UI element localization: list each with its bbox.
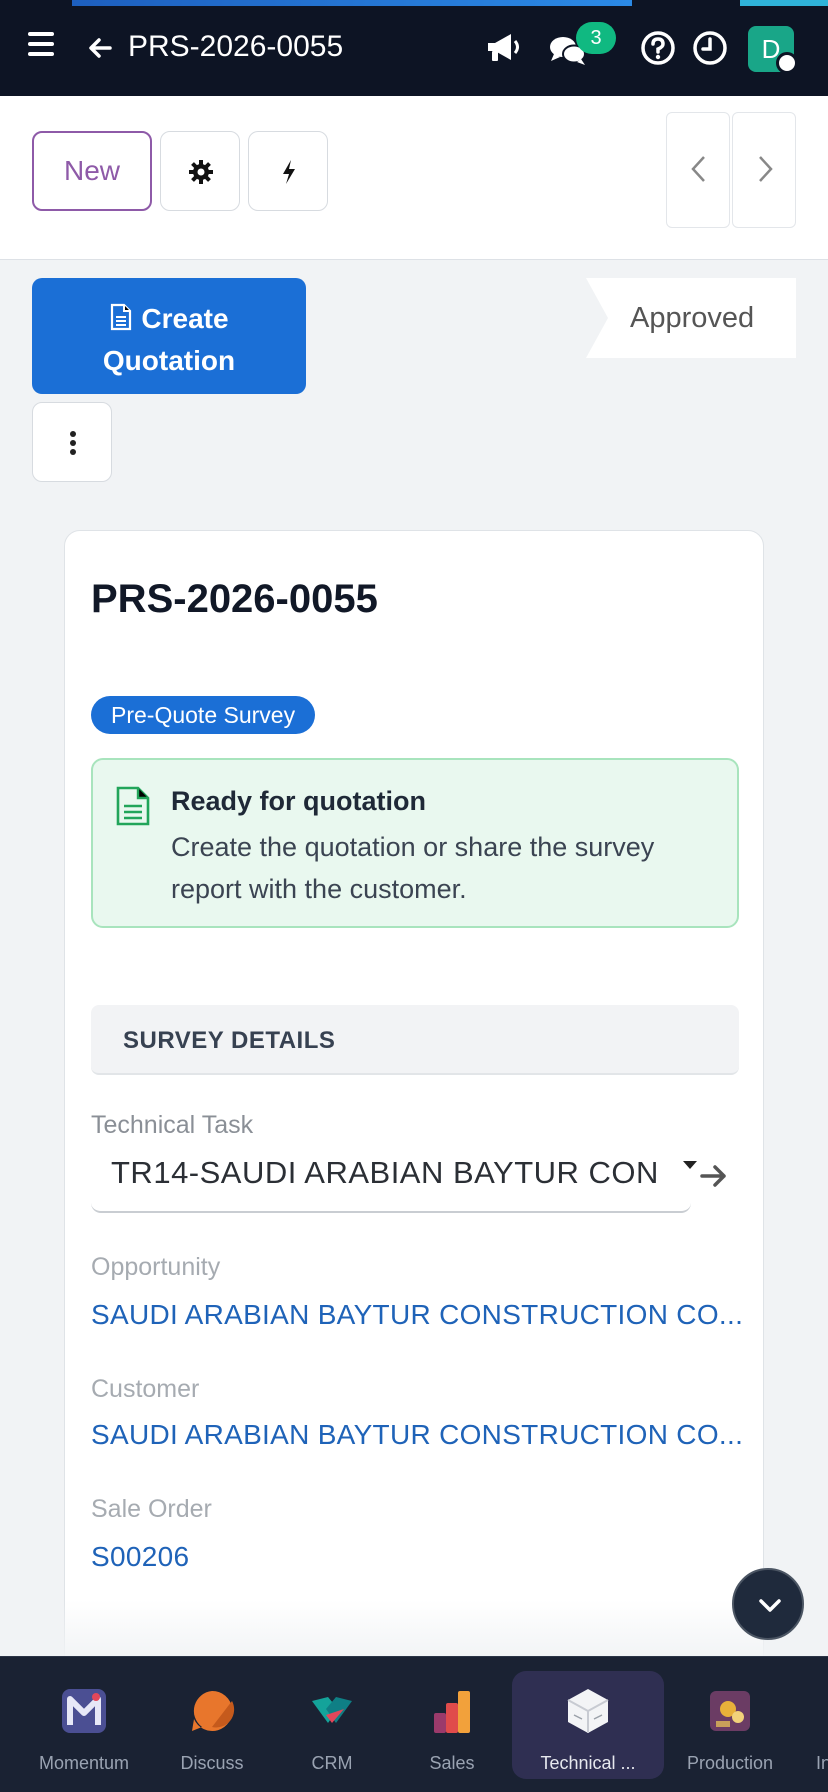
scroll-down-button[interactable] — [732, 1568, 804, 1640]
ready-for-quotation-alert: Ready for quotation Create the quotation… — [91, 758, 739, 928]
technical-app-icon — [567, 1689, 609, 1733]
app-technical[interactable]: Technical ... — [512, 1671, 664, 1779]
lightning-bolt-icon — [283, 160, 295, 184]
loading-progress-bar-segment — [740, 0, 828, 6]
scroll-fade-overlay — [0, 1600, 828, 1656]
dropdown-caret-icon[interactable] — [683, 1161, 697, 1169]
technical-task-field[interactable]: TR14-SAUDI ARABIAN BAYTUR CON — [91, 1143, 697, 1213]
chevron-down-icon — [759, 1599, 781, 1612]
control-panel: New — [0, 96, 828, 260]
gear-icon — [189, 160, 213, 184]
app-label: In — [816, 1753, 828, 1773]
app-switcher-bar: Momentum Discuss CRM Sales Technical ...… — [0, 1656, 828, 1792]
momentum-app-icon — [62, 1689, 106, 1733]
app-inventory[interactable]: In — [778, 1657, 828, 1792]
more-actions-button[interactable] — [32, 402, 112, 482]
document-icon — [116, 786, 150, 826]
alert-title: Ready for quotation — [171, 786, 426, 816]
presence-status-dot — [776, 52, 798, 74]
sales-app-icon — [434, 1691, 470, 1733]
kebab-dot — [70, 431, 76, 437]
production-app-icon — [710, 1691, 750, 1731]
survey-details-section-header[interactable]: SURVEY DETAILS — [91, 1005, 739, 1075]
app-discuss[interactable]: Discuss — [142, 1657, 282, 1792]
clock-activity-icon[interactable] — [690, 28, 730, 68]
create-quotation-button[interactable]: Create Quotation — [32, 278, 306, 394]
chevron-left-icon — [691, 156, 705, 182]
document-icon — [111, 303, 132, 331]
hamburger-menu-icon[interactable] — [28, 32, 60, 60]
pager-previous-button[interactable] — [666, 112, 730, 228]
app-label: Momentum — [38, 1753, 130, 1773]
loading-progress-bar — [72, 0, 632, 6]
app-crm[interactable]: CRM — [262, 1657, 402, 1792]
actions-gear-button[interactable] — [160, 131, 240, 211]
discuss-app-icon — [192, 1690, 235, 1731]
crm-app-icon — [312, 1697, 352, 1723]
technical-task-value: TR14-SAUDI ARABIAN BAYTUR CON — [111, 1155, 659, 1190]
sale-order-link[interactable]: S00206 — [91, 1541, 189, 1573]
record-title: PRS-2026-0055 — [91, 577, 378, 621]
create-quotation-label-line1: Create — [141, 303, 229, 334]
app-momentum[interactable]: Momentum — [14, 1657, 154, 1792]
customer-label: Customer — [91, 1375, 200, 1403]
app-label: CRM — [311, 1753, 353, 1773]
app-label: Technical ... — [540, 1753, 636, 1773]
sale-order-label: Sale Order — [91, 1495, 212, 1523]
app-sales[interactable]: Sales — [382, 1657, 522, 1792]
help-icon[interactable] — [638, 28, 678, 68]
opportunity-label: Opportunity — [91, 1253, 221, 1281]
kebab-dot — [70, 440, 76, 446]
form-sheet: PRS-2026-0055 Pre-Quote Survey Ready for… — [64, 530, 764, 1670]
app-label: Sales — [429, 1753, 475, 1773]
kebab-dot — [70, 449, 76, 455]
pager-next-button[interactable] — [732, 112, 796, 228]
chevron-right-icon — [759, 156, 773, 182]
back-arrow-icon[interactable] — [86, 34, 114, 62]
technical-task-label: Technical Task — [91, 1111, 254, 1139]
megaphone-icon[interactable] — [484, 28, 524, 68]
section-title: SURVEY DETAILS — [123, 1027, 336, 1054]
alert-message: Create the quotation or share the survey… — [171, 832, 655, 904]
customer-link[interactable]: SAUDI ARABIAN BAYTUR CONSTRUCTION CO... — [91, 1419, 743, 1451]
breadcrumb-title[interactable]: PRS-2026-0055 — [128, 30, 343, 64]
top-navbar: PRS-2026-0055 3 D — [0, 0, 828, 96]
create-quotation-label-line2: Quotation — [102, 345, 236, 376]
opportunity-link[interactable]: SAUDI ARABIAN BAYTUR CONSTRUCTION CO... — [91, 1299, 743, 1331]
automation-bolt-button[interactable] — [248, 131, 328, 211]
internal-link-arrow-icon[interactable] — [699, 1163, 729, 1189]
app-label: Discuss — [180, 1753, 244, 1773]
stage-status-approved[interactable]: Approved — [586, 278, 796, 358]
new-record-button[interactable]: New — [32, 131, 152, 211]
unread-messages-badge: 3 — [576, 22, 616, 54]
survey-type-badge: Pre-Quote Survey — [91, 696, 316, 734]
